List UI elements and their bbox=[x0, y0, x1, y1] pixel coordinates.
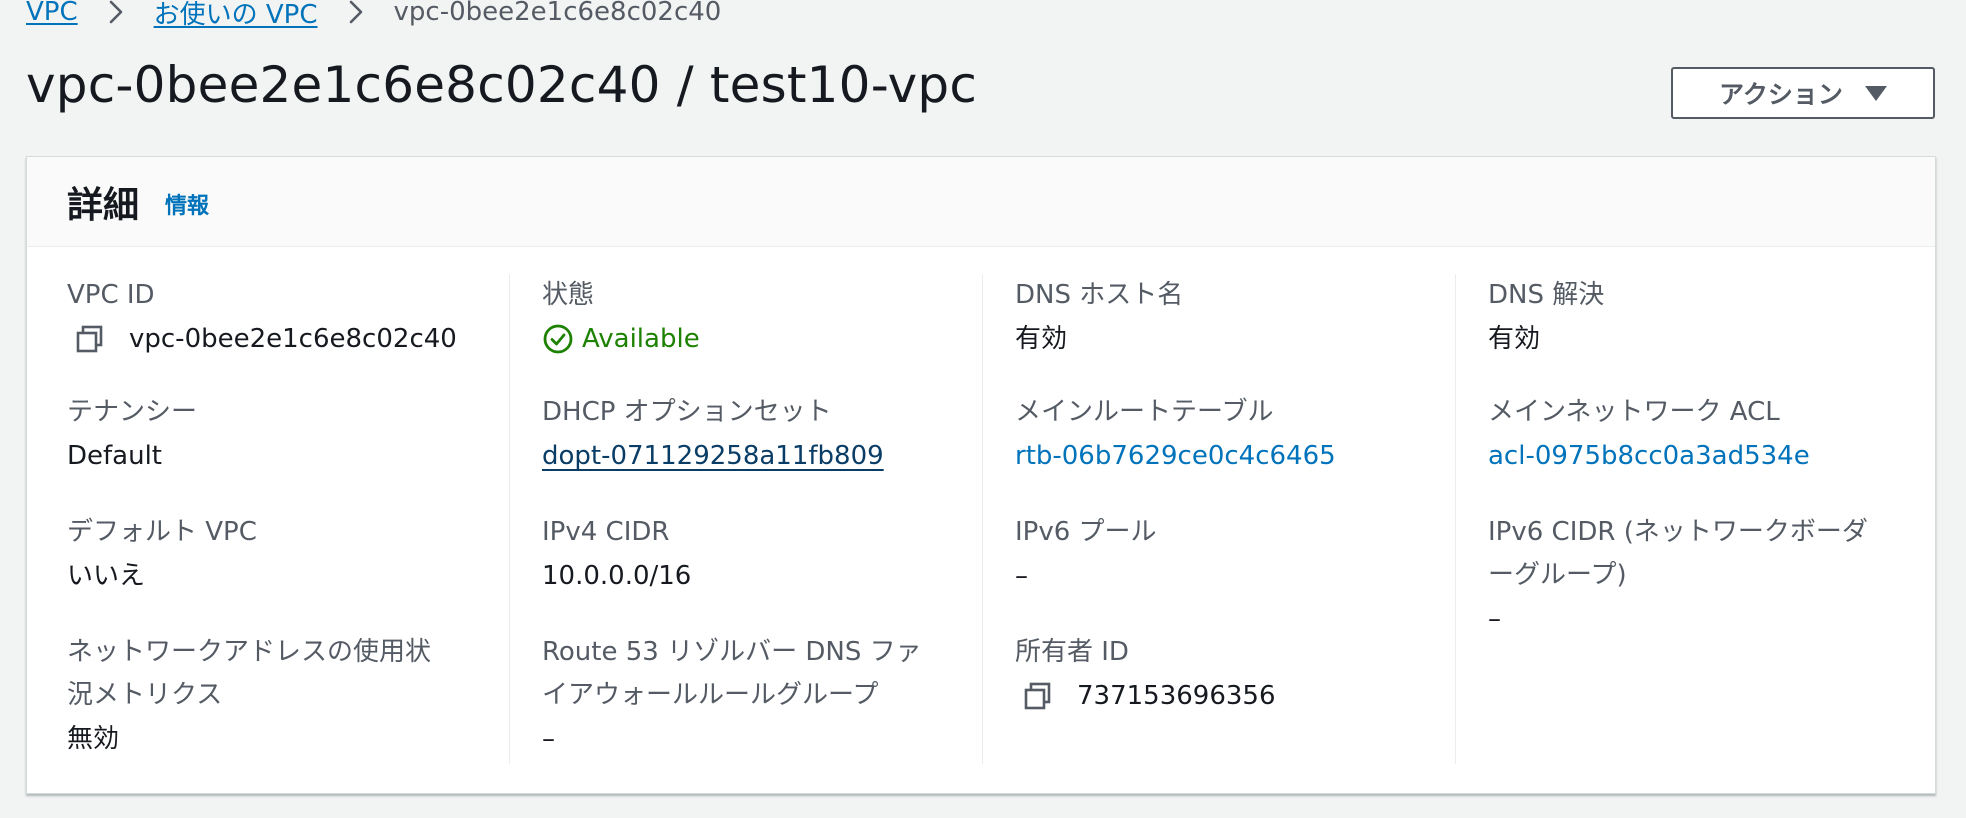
field-value-row: dopt-071129258a11fb809 bbox=[542, 434, 962, 478]
field-state: 状態 Available bbox=[542, 274, 962, 361]
field-value-row: acl-0975b8cc0a3ad534e bbox=[1488, 434, 1908, 478]
breadcrumb-link-your-vpcs[interactable]: お使いの VPC bbox=[154, 0, 318, 31]
field-label-line2: 況メトリクス bbox=[67, 680, 223, 710]
field-label: デフォルト VPC bbox=[67, 517, 257, 547]
column-divider bbox=[982, 274, 983, 764]
details-column-3: DNS ホスト名 有効 メインルートテーブル rtb-06b7629ce0c4c… bbox=[1015, 274, 1455, 764]
column-divider bbox=[509, 274, 510, 764]
field-value-row: 737153696356 bbox=[1015, 674, 1435, 718]
details-column-2: 状態 Available DHCP オプションセット dopt-07112925… bbox=[542, 274, 982, 764]
field-label-line2: イアウォールルールグループ bbox=[542, 680, 879, 710]
field-dns-hostnames: DNS ホスト名 有効 bbox=[1015, 274, 1435, 361]
breadcrumb-current: vpc-0bee2e1c6e8c02c40 bbox=[393, 0, 722, 27]
dns-resolution-value: 有効 bbox=[1488, 324, 1541, 354]
vpc-id-value: vpc-0bee2e1c6e8c02c40 bbox=[129, 324, 457, 354]
field-label: VPC ID bbox=[67, 280, 155, 310]
details-column-1: VPC ID vpc-0bee2e1c6e8c02c40 テナンシー Defau… bbox=[67, 274, 507, 764]
field-dhcp-options: DHCP オプションセット dopt-071129258a11fb809 bbox=[542, 391, 962, 478]
breadcrumb-link-vpc[interactable]: VPC bbox=[26, 0, 78, 27]
field-owner-id: 所有者 ID 737153696356 bbox=[1015, 631, 1435, 718]
field-ipv4-cidr: IPv4 CIDR 10.0.0.0/16 bbox=[542, 511, 962, 598]
details-panel: 詳細 情報 VPC ID vpc-0bee2e1c6e8c02c40 テナンシー… bbox=[26, 156, 1936, 794]
network-address-usage-value: 無効 bbox=[67, 724, 120, 754]
field-label: メインネットワーク ACL bbox=[1488, 397, 1780, 427]
info-link[interactable]: 情報 bbox=[165, 188, 209, 220]
copy-icon[interactable] bbox=[1022, 680, 1054, 712]
field-label: メインルートテーブル bbox=[1015, 397, 1274, 427]
ipv4-cidr-value: 10.0.0.0/16 bbox=[542, 561, 692, 591]
field-dns-resolution: DNS 解決 有効 bbox=[1488, 274, 1908, 361]
actions-dropdown-button[interactable]: アクション bbox=[1671, 67, 1935, 119]
dns-hostnames-value: 有効 bbox=[1015, 324, 1068, 354]
field-label-line2: ーグループ) bbox=[1488, 560, 1627, 590]
owner-id-value: 737153696356 bbox=[1077, 681, 1276, 711]
column-divider bbox=[1455, 274, 1456, 764]
chevron-right-icon bbox=[349, 0, 362, 24]
check-circle-icon bbox=[543, 324, 573, 354]
field-network-address-usage: ネットワークアドレスの使用状 況メトリクス 無効 bbox=[67, 631, 487, 761]
field-label-line1: IPv6 CIDR (ネットワークボーダ bbox=[1488, 517, 1868, 547]
details-panel-header: 詳細 情報 bbox=[27, 157, 1935, 247]
field-label: DHCP オプションセット bbox=[542, 397, 832, 427]
breadcrumb: VPC お使いの VPC vpc-0bee2e1c6e8c02c40 bbox=[26, 0, 721, 32]
copy-icon[interactable] bbox=[74, 323, 106, 355]
field-label-line1: Route 53 リゾルバー DNS ファ bbox=[542, 637, 922, 667]
field-ipv6-pool: IPv6 プール – bbox=[1015, 511, 1435, 598]
state-value: Available bbox=[582, 324, 700, 354]
tenancy-value: Default bbox=[67, 441, 162, 471]
main-network-acl-link[interactable]: acl-0975b8cc0a3ad534e bbox=[1488, 441, 1810, 471]
field-main-network-acl: メインネットワーク ACL acl-0975b8cc0a3ad534e bbox=[1488, 391, 1908, 478]
actions-button-label: アクション bbox=[1719, 80, 1843, 109]
field-route53-firewall: Route 53 リゾルバー DNS ファ イアウォールルールグループ – bbox=[542, 631, 962, 761]
ipv6-pool-value: – bbox=[1015, 561, 1028, 591]
page-title: vpc-0bee2e1c6e8c02c40 / test10-vpc bbox=[26, 56, 978, 114]
field-tenancy: テナンシー Default bbox=[67, 391, 487, 478]
field-label: IPv6 プール bbox=[1015, 517, 1157, 547]
field-value-row: vpc-0bee2e1c6e8c02c40 bbox=[67, 317, 487, 361]
main-route-table-link[interactable]: rtb-06b7629ce0c4c6465 bbox=[1015, 441, 1336, 471]
details-columns: VPC ID vpc-0bee2e1c6e8c02c40 テナンシー Defau… bbox=[27, 274, 1935, 764]
field-vpc-id: VPC ID vpc-0bee2e1c6e8c02c40 bbox=[67, 274, 487, 361]
details-panel-title: 詳細 bbox=[67, 184, 140, 226]
ipv6-cidr-value: – bbox=[1488, 604, 1501, 634]
field-default-vpc: デフォルト VPC いいえ bbox=[67, 511, 487, 598]
status-badge: Available bbox=[542, 317, 962, 361]
default-vpc-value: いいえ bbox=[67, 561, 146, 591]
field-label: 状態 bbox=[542, 280, 595, 310]
field-label-line1: ネットワークアドレスの使用状 bbox=[67, 637, 432, 667]
field-main-route-table: メインルートテーブル rtb-06b7629ce0c4c6465 bbox=[1015, 391, 1435, 478]
field-ipv6-cidr: IPv6 CIDR (ネットワークボーダ ーグループ) – bbox=[1488, 511, 1908, 641]
chevron-right-icon bbox=[109, 0, 122, 24]
field-label: IPv4 CIDR bbox=[542, 517, 670, 547]
dhcp-options-link[interactable]: dopt-071129258a11fb809 bbox=[542, 441, 884, 471]
field-value-row: rtb-06b7629ce0c4c6465 bbox=[1015, 434, 1435, 478]
field-label: DNS ホスト名 bbox=[1015, 280, 1184, 310]
field-label: 所有者 ID bbox=[1015, 637, 1129, 667]
route53-firewall-value: – bbox=[542, 724, 555, 754]
caret-down-icon bbox=[1864, 85, 1887, 101]
field-label: テナンシー bbox=[67, 397, 198, 427]
details-column-4: DNS 解決 有効 メインネットワーク ACL acl-0975b8cc0a3a… bbox=[1488, 274, 1928, 764]
field-label: DNS 解決 bbox=[1488, 280, 1605, 310]
